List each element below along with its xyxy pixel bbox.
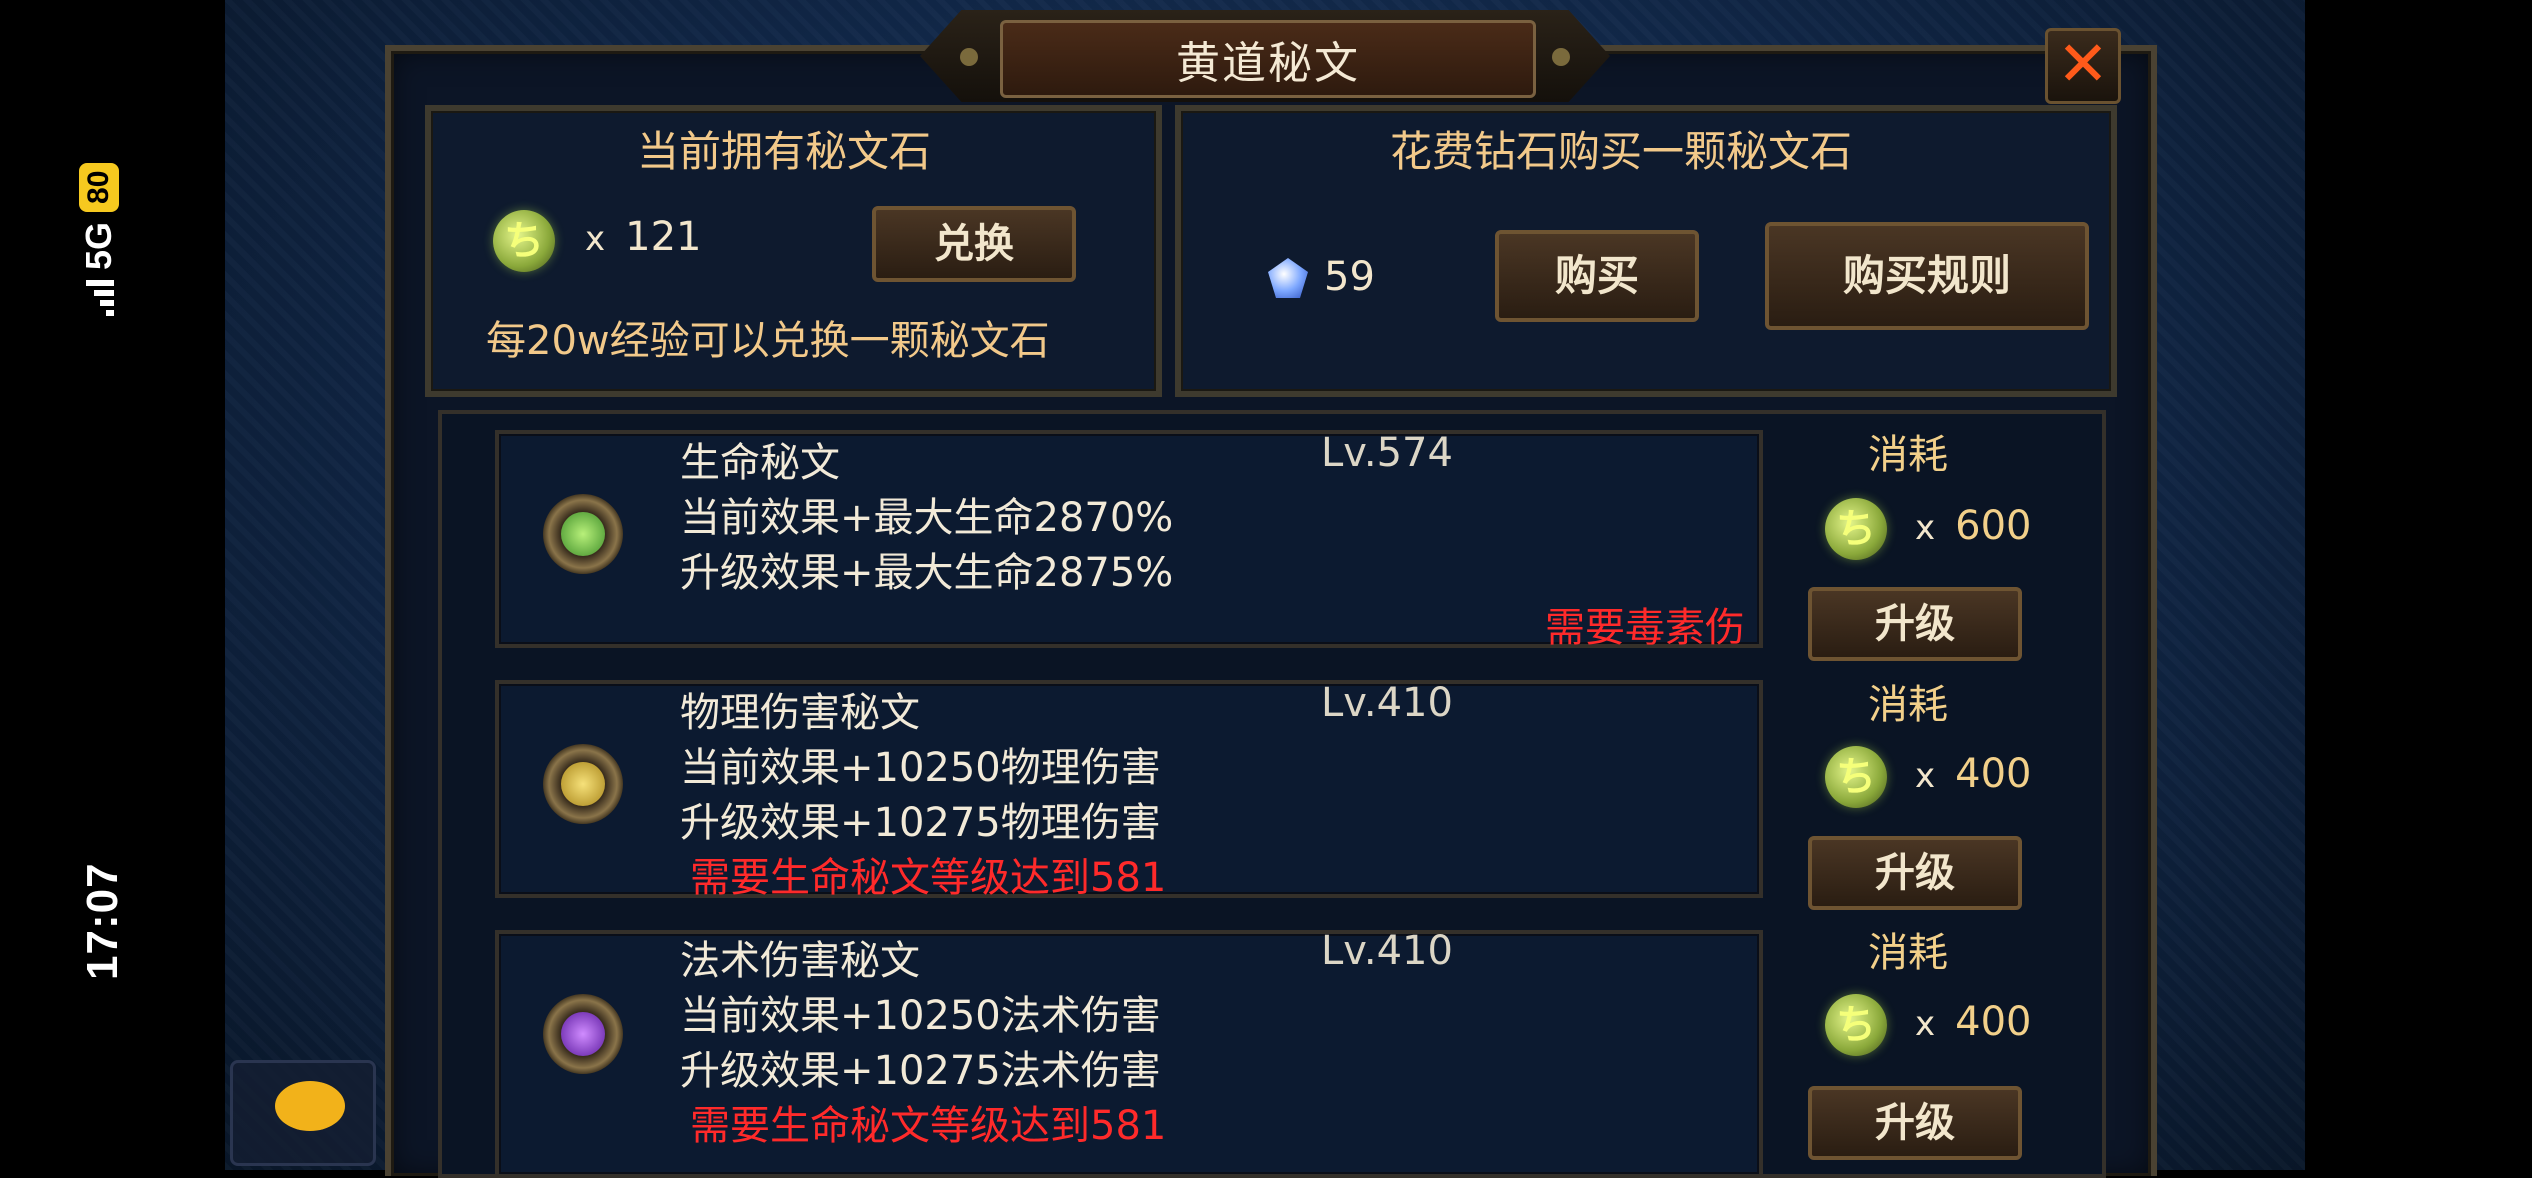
cost-label: 消耗 [1868, 682, 1948, 728]
rune-stone-icon: ち [1825, 994, 1887, 1056]
owned-title: 当前拥有秘文石 [637, 127, 932, 176]
buy-rules-button[interactable]: 购买规则 [1765, 222, 2089, 330]
exchange-button[interactable]: 兑换 [872, 206, 1076, 282]
cost-amount: x 400 [1915, 751, 2031, 797]
dialog-title: 黄道秘文 [1000, 20, 1536, 98]
title-ornament-left [960, 48, 978, 66]
rune-level: Lv.410 [1321, 928, 1453, 974]
buy-title: 花费钻石购买一颗秘文石 [1390, 127, 1853, 176]
rune-level: Lv.574 [1321, 430, 1453, 476]
chat-bubble-icon [275, 1081, 345, 1131]
cost-label: 消耗 [1868, 930, 1948, 976]
rune-upgrade-effect: 升级效果+最大生命2875% [680, 550, 1174, 596]
signal-icon [84, 280, 114, 316]
cost-value: 400 [1955, 999, 2032, 1045]
title-ornament-right [1552, 48, 1570, 66]
rune-requirement: 需要生命秘文等级达到581 [690, 1103, 1167, 1149]
rune-name: 法术伤害秘文 [680, 938, 920, 984]
battery-icon: 80 [79, 162, 119, 212]
cost-amount: x 400 [1915, 999, 2031, 1045]
rune-upgrade-effect: 升级效果+10275物理伤害 [680, 800, 1161, 846]
status-bar: 5G 80 17:07 [0, 0, 140, 1170]
rune-level: Lv.410 [1321, 680, 1453, 726]
rune-current-effect: 当前效果+最大生命2870% [680, 495, 1174, 541]
owned-count-prefix: x [585, 219, 606, 259]
owned-count: x 121 [585, 214, 701, 260]
chat-widget[interactable] [230, 1060, 376, 1166]
rune-name: 物理伤害秘文 [680, 690, 920, 736]
cost-prefix: x [1915, 508, 1936, 548]
leaf-icon [543, 494, 623, 574]
upgrade-button[interactable]: 升级 [1808, 836, 2022, 910]
rune-requirement: 需要生命秘文等级达到581 [690, 855, 1167, 901]
swirl-icon [543, 994, 623, 1074]
rune-requirement: 需要毒素伤 [1545, 605, 1745, 651]
cost-value: 600 [1955, 503, 2032, 549]
upgrade-button[interactable]: 升级 [1808, 587, 2022, 661]
close-icon: ✕ [2057, 27, 2109, 100]
rune-stone-icon: ち [1825, 498, 1887, 560]
cost-prefix: x [1915, 1004, 1936, 1044]
network-type: 5G [78, 221, 119, 270]
diamond-count: 59 [1324, 254, 1375, 300]
rune-stone-icon: ち [1825, 746, 1887, 808]
upgrade-button[interactable]: 升级 [1808, 1086, 2022, 1160]
network-status: 5G 80 [78, 162, 120, 316]
sword-icon [543, 744, 623, 824]
cost-amount: x 600 [1915, 503, 2031, 549]
exchange-note: 每20w经验可以兑换一颗秘文石 [486, 318, 1050, 364]
rune-stone-icon: ち [493, 210, 555, 272]
rune-name: 生命秘文 [680, 440, 840, 486]
owned-count-value: 121 [625, 214, 702, 260]
rune-upgrade-effect: 升级效果+10275法术伤害 [680, 1048, 1161, 1094]
cost-prefix: x [1915, 756, 1936, 796]
rune-current-effect: 当前效果+10250法术伤害 [680, 993, 1161, 1039]
clock: 17:07 [78, 862, 127, 980]
rune-current-effect: 当前效果+10250物理伤害 [680, 745, 1161, 791]
buy-button[interactable]: 购买 [1495, 230, 1699, 322]
close-button[interactable]: ✕ [2045, 28, 2121, 104]
cost-label: 消耗 [1868, 432, 1948, 478]
cost-value: 400 [1955, 751, 2032, 797]
